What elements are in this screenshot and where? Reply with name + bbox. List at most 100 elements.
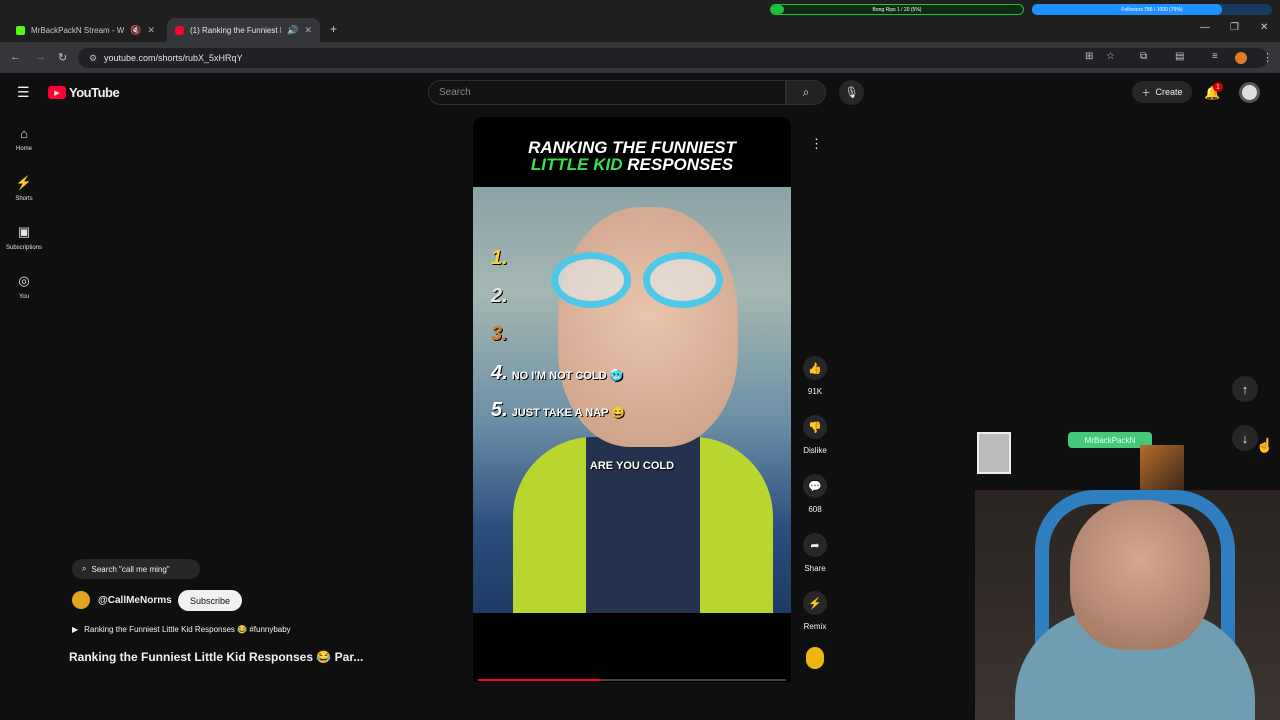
reload-icon[interactable]: ↻ [58,51,67,64]
bong-rips-progress-bar: Bong Rips 1 / 20 (5%) [770,4,1024,15]
progress-fill [771,5,784,14]
tab-title: (1) Ranking the Funniest Lit [190,25,282,35]
remix-icon: ⚡ [803,591,827,615]
remix-label: Remix [803,622,827,631]
related-search-chip[interactable]: ⌕ Search "call me ming" [72,559,200,579]
tab-title: MrBackPackN Stream - Wa [31,25,125,35]
voice-search-button[interactable]: 🎙 [839,80,864,105]
webcam-feed [975,490,1280,720]
video-progress-bar[interactable] [478,679,786,681]
channel-info: @CallMeNorms [72,591,172,609]
thumbs-up-icon: 👍 [803,356,827,380]
arrow-down-icon: ↓ [1241,430,1249,446]
like-button[interactable]: 👍 91K [803,356,827,396]
sidebar-item-label: Home [15,146,32,152]
microphone-icon: 🎙 [844,87,859,99]
extensions-icon[interactable]: ⧉ [1140,51,1147,62]
account-avatar[interactable] [1239,82,1260,103]
share-button[interactable]: ➦ Share [803,533,827,573]
notification-badge: 1 [1213,82,1223,92]
overlay-picture [977,432,1011,474]
video-title[interactable]: Ranking the Funniest Little Kid Response… [69,650,363,664]
headline-white: RESPONSES [627,155,734,174]
progress-label: Followers 786 / 1000 (79%) [1121,6,1183,13]
search-icon: ⌕ [82,564,87,573]
subscribe-button[interactable]: Subscribe [178,590,242,611]
logo-text: YouTube [69,85,120,100]
install-icon[interactable]: ⊞ [1085,51,1093,62]
youtube-logo[interactable]: ▶ YouTube [48,85,120,100]
site-info-icon[interactable]: ⚙ [89,53,97,64]
share-label: Share [804,564,826,573]
headline-line-1: RANKING THE FUNNIEST [528,138,736,157]
channel-avatar[interactable] [72,591,90,609]
rank-text: JUST TAKE A NAP 😄 [511,407,626,419]
like-count: 91K [807,387,823,396]
tab-kick-stream[interactable]: MrBackPackN Stream - Wa 🔇 ✕ [8,18,163,42]
next-short-button[interactable]: ↓ [1232,425,1258,451]
youtube-icon [175,25,184,35]
stream-overlay: MrBackPackN [975,430,1215,490]
comment-count: 608 [808,505,822,514]
bookmark-star-icon[interactable]: ☆ [1106,51,1115,62]
create-button[interactable]: ＋ Create [1132,81,1192,103]
search-icon: ⌕ [802,85,810,99]
tab-youtube-short[interactable]: (1) Ranking the Funniest Lit 🔊 ✕ [167,18,320,42]
streamer-face [1070,500,1210,650]
close-tab-icon[interactable]: ✕ [147,25,155,36]
sidebar-item-label: Shorts [15,196,33,202]
restore-icon[interactable]: ❐ [1230,22,1239,33]
dislike-label: Dislike [803,446,827,455]
search-input[interactable]: Search [428,80,786,105]
new-tab-button[interactable]: + [330,22,337,36]
search-button[interactable]: ⌕ [786,80,826,105]
muted-icon[interactable]: 🔇 [130,25,141,36]
sidebar-item-label: You [18,294,30,300]
forward-icon[interactable]: → [35,51,46,63]
rank-number: 5. [491,399,508,421]
dislike-button[interactable]: 👎 Dislike [803,415,827,455]
close-tab-icon[interactable]: ✕ [304,25,312,36]
swim-goggles [551,252,731,312]
headline-green: LITTLE KID [530,155,623,174]
rank-1: 1. [491,247,508,269]
remix-button[interactable]: ⚡ Remix [803,591,827,631]
close-window-icon[interactable]: ✕ [1260,22,1268,33]
more-options-icon[interactable]: ⋮ [810,136,823,152]
play-triangle-icon: ▶ [72,625,79,634]
shorts-video-player[interactable]: RANKING THE FUNNIEST LITTLE KID RESPONSE… [473,117,791,682]
rank-number: 4. [491,362,508,384]
rank-3: 3. [491,323,508,345]
subtitle-caption: ARE YOU COLD [589,460,675,472]
sound-avatar[interactable] [806,647,824,669]
minimize-icon[interactable]: — [1200,22,1210,33]
tiger-sticker [1140,445,1184,490]
browser-menu-icon[interactable]: ⋮ [1262,51,1273,64]
kick-icon [16,25,25,35]
create-label: Create [1155,87,1183,97]
sidebar-item-home[interactable]: ⌂ Home [0,126,48,152]
sidebar-item-subscriptions[interactable]: ▣ Subscriptions [0,224,48,251]
you-icon: ◎ [18,273,30,288]
hamburger-menu-icon[interactable]: ☰ [17,84,30,101]
comment-icon: 💬 [803,474,827,498]
plus-icon: ＋ [1141,87,1151,98]
rank-text: NO I'M NOT COLD 🥶 [511,370,624,382]
channel-name[interactable]: @CallMeNorms [98,595,172,606]
sidebar-item-you[interactable]: ◎ You [0,273,48,300]
music-row[interactable]: ▶ Ranking the Funniest Little Kid Respon… [72,625,291,634]
rank-2: 2. [491,285,508,307]
back-icon[interactable]: ← [10,51,21,63]
audio-playing-icon[interactable]: 🔊 [287,25,298,36]
media-icon[interactable]: ≡ [1212,51,1218,62]
sidebar-item-shorts[interactable]: ⚡ Shorts [0,175,48,202]
profile-avatar[interactable] [1235,52,1247,64]
followers-progress-bar: Followers 786 / 1000 (79%) [1032,4,1272,15]
sidepanel-icon[interactable]: ▤ [1175,51,1184,62]
share-icon: ➦ [803,533,827,557]
url-text: youtube.com/shorts/rubX_5xHRqY [104,53,243,63]
rank-4: 4. NO I'M NOT COLD 🥶 [491,362,623,385]
comments-button[interactable]: 💬 608 [803,474,827,514]
subscriptions-icon: ▣ [17,224,31,239]
previous-short-button[interactable]: ↑ [1232,376,1258,402]
